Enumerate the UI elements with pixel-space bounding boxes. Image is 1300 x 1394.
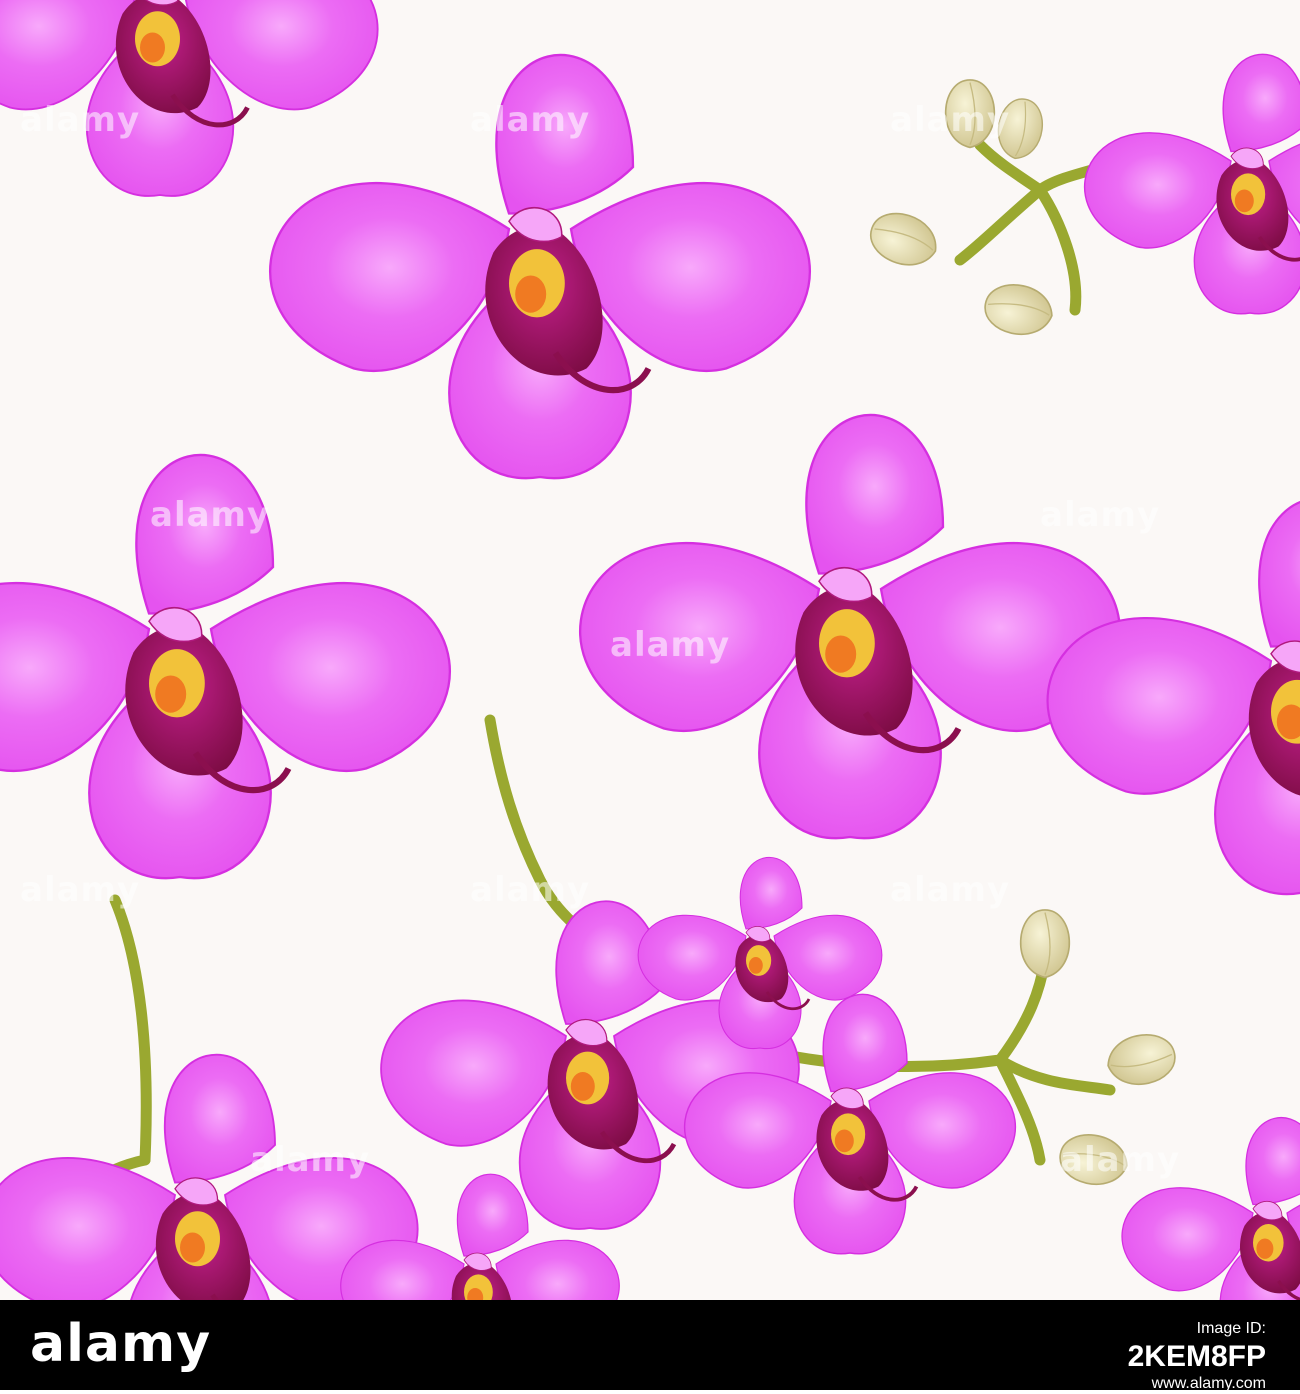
image-id-label: Image ID: [1196,1320,1266,1337]
image-id-value: 2KEM8FP [1127,1340,1266,1373]
alamy-logo[interactable]: alamy [30,1314,211,1374]
orchid-pattern-artwork: alamy alamy alamy alamy alamy alamy alam… [0,0,1300,1300]
stock-footer-bar: alamy Image ID: 2KEM8FP www.alamy.com [0,1300,1300,1392]
site-url[interactable]: www.alamy.com [1128,1374,1266,1394]
image-info: Image ID: 2KEM8FP www.alamy.com [1128,1318,1266,1394]
orchid-pattern-svg [0,0,1300,1300]
